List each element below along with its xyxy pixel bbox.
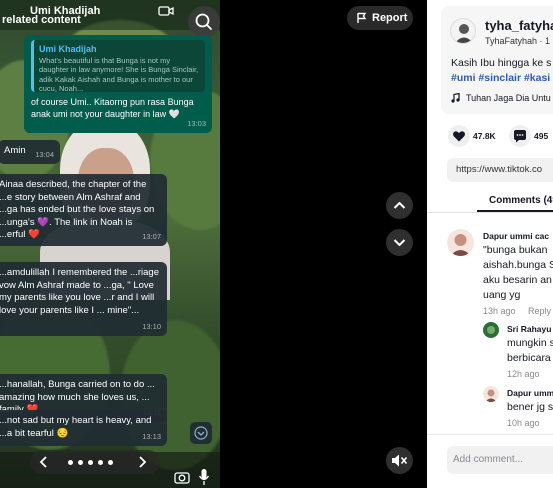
post-caption: Kasih Ibu hingga ke s <box>451 57 552 69</box>
avatar-image <box>450 234 471 256</box>
scroll-down-button[interactable] <box>190 422 212 444</box>
commenter-avatar[interactable] <box>483 322 499 338</box>
tab-divider <box>427 212 553 213</box>
chevron-left-icon[interactable] <box>38 455 50 469</box>
search-button[interactable] <box>188 6 220 38</box>
image-carousel-indicator <box>30 450 160 474</box>
flag-icon <box>357 12 367 23</box>
add-comment-input[interactable]: Add comment... <box>447 446 553 474</box>
comment-text: bener jg s <box>507 401 553 413</box>
tab-comments[interactable]: Comments (49 <box>489 195 553 206</box>
quoted-author: Umi Khadijah <box>39 44 97 54</box>
chat-message-incoming: Ainaa described, the chapter of the ...e… <box>0 174 167 246</box>
report-label: Report <box>372 12 408 24</box>
video-url: https://www.tiktok.co <box>456 164 543 175</box>
comment-icon <box>514 130 526 143</box>
message-time: 13:04 <box>35 149 54 159</box>
commenter-name[interactable]: Dapur ummi cac <box>483 231 549 241</box>
tiktok-video-page: Umi Khadijah related content Umi Khadija… <box>0 0 553 488</box>
mute-button[interactable] <box>386 447 413 474</box>
carousel-dot[interactable] <box>98 460 103 465</box>
music-note-icon <box>451 93 460 103</box>
commenter-name[interactable]: Sri Rahayu <box>507 324 551 334</box>
message-text: Amin <box>4 145 26 156</box>
music-title[interactable]: Tuhan Jaga Dia Untu <box>466 93 551 103</box>
video-frame[interactable]: Umi Khadijah related content Umi Khadija… <box>0 0 220 488</box>
add-comment-placeholder: Add comment... <box>453 454 524 465</box>
next-video-button[interactable] <box>386 229 413 256</box>
chevron-down-icon <box>194 426 208 440</box>
author-avatar[interactable] <box>450 18 476 44</box>
comment-text: berbicara <box>507 352 551 364</box>
commenter-avatar[interactable] <box>447 229 474 256</box>
carousel-dot[interactable] <box>108 460 113 465</box>
post-hashtags[interactable]: #umi #sinclair #kasi <box>451 72 550 84</box>
related-content-label[interactable]: related content <box>2 14 81 26</box>
message-time: 13:07 <box>142 231 161 241</box>
video-link-field[interactable]: https://www.tiktok.co <box>447 158 553 182</box>
comment-text: uang yg <box>483 289 521 301</box>
previous-video-button[interactable] <box>386 192 413 219</box>
chevron-up-icon <box>393 201 406 209</box>
like-button[interactable] <box>448 125 470 147</box>
carousel-dot[interactable] <box>88 460 93 465</box>
microphone-icon <box>198 469 210 485</box>
comment-text: mungkin s <box>507 337 553 349</box>
chat-message-incoming: ...amdulillah I remembered the ...riage … <box>0 262 167 336</box>
comment-count: 495 <box>534 131 549 141</box>
comment-text: aishah.bunga S <box>483 259 553 271</box>
video-info-panel: tyha_fatyha TyhaFatyhah · 1 Kasih Ibu hi… <box>427 0 553 488</box>
chevron-right-icon[interactable] <box>136 455 148 469</box>
carousel-dot[interactable] <box>78 460 83 465</box>
commenter-avatar[interactable] <box>483 386 499 402</box>
reply-button[interactable]: Reply <box>528 306 551 316</box>
message-text: of course Umi.. Kitaorng pun rasa Bunga … <box>31 97 194 119</box>
quoted-message: Umi Khadijah What's beautiful is that Bu… <box>31 40 205 92</box>
heart-icon <box>453 131 465 142</box>
chevron-down-icon <box>393 239 406 247</box>
video-call-icon <box>158 6 174 16</box>
avatar-image <box>485 389 497 402</box>
message-time: 13:10 <box>142 321 161 331</box>
comment-time: 12h ago <box>507 369 540 379</box>
comment-text: "bunga bukan <box>483 244 548 256</box>
carousel-dot[interactable] <box>68 460 73 465</box>
like-count: 47.8K <box>473 131 496 141</box>
chat-message-incoming: ...not sad but my heart is heavy, and ..… <box>0 410 167 446</box>
report-button[interactable]: Report <box>347 6 413 30</box>
message-text: ...not sad but my heart is heavy, and ..… <box>0 415 152 439</box>
video-player: Umi Khadijah related content Umi Khadija… <box>0 0 427 488</box>
message-text: ...amdulillah I remembered the ...riage … <box>0 267 159 316</box>
message-time: 13:13 <box>142 431 161 441</box>
camera-icon <box>174 472 190 484</box>
chat-message-incoming: Amin 13:04 <box>0 140 60 164</box>
volume-muted-icon <box>392 454 408 467</box>
author-handle: TyhaFatyhah · 1 <box>485 36 551 46</box>
comment-text: aku besarin an <box>483 274 552 286</box>
comment-time: 10h ago <box>507 418 540 428</box>
quoted-text: What's beautiful is that Bunga is not my… <box>39 55 199 93</box>
commenter-name[interactable]: Dapur umm <box>507 388 553 398</box>
comment-time: 13h ago <box>483 306 516 316</box>
message-text: Ainaa described, the chapter of the ...e… <box>0 179 155 240</box>
chat-message-outgoing: Umi Khadijah What's beautiful is that Bu… <box>24 35 212 133</box>
author-username[interactable]: tyha_fatyha <box>485 18 553 33</box>
comment-button[interactable] <box>509 125 531 147</box>
avatar-image <box>487 326 495 334</box>
message-time: 13:03 <box>187 118 206 128</box>
search-icon <box>195 13 212 30</box>
